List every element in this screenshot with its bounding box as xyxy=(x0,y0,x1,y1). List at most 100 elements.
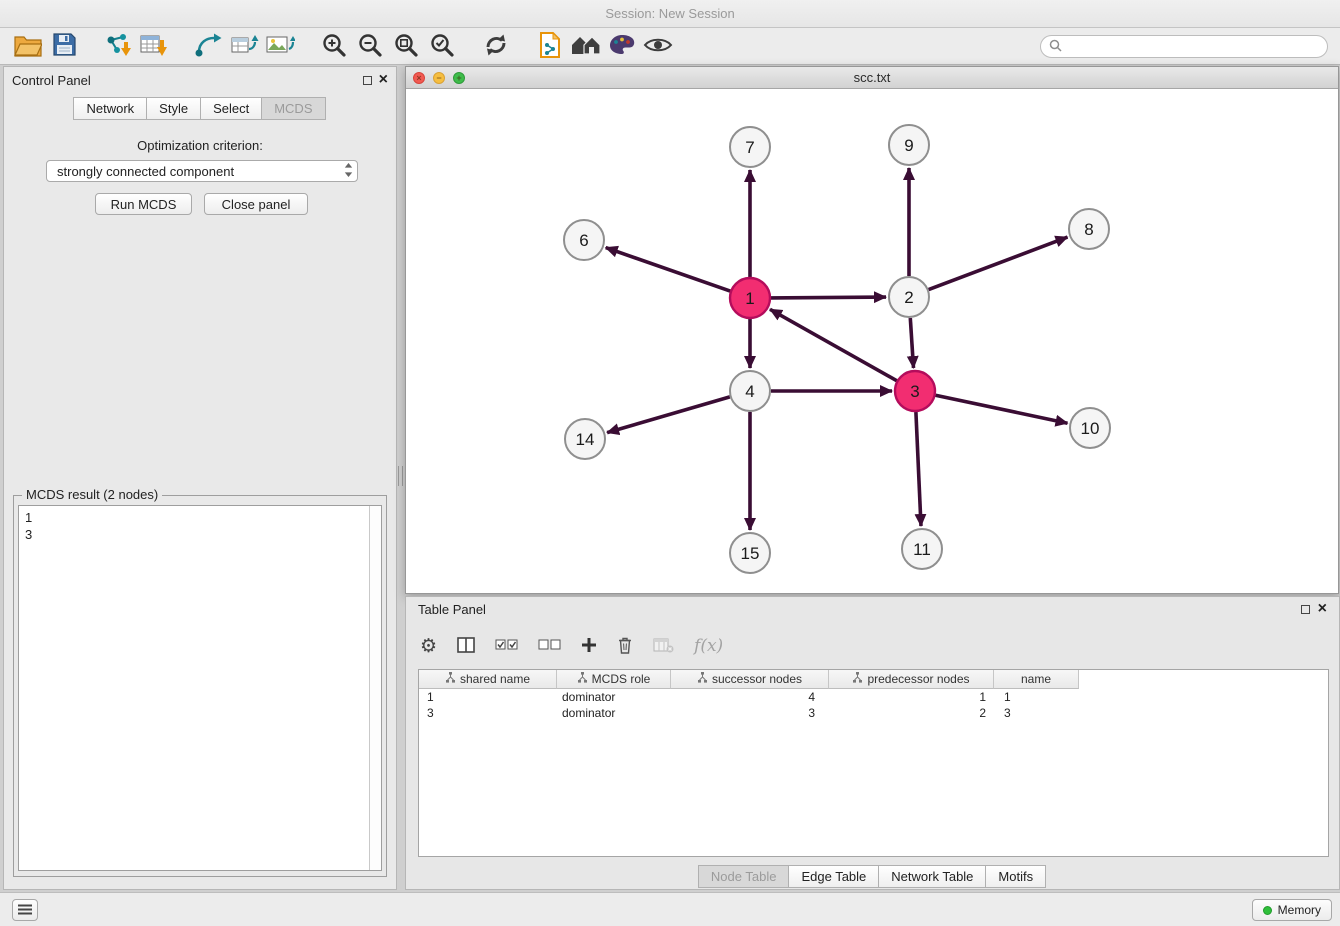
zoom-fit-icon xyxy=(393,32,419,61)
graph-node-6[interactable]: 6 xyxy=(564,220,604,260)
graph-edge-3-10[interactable] xyxy=(936,395,1068,423)
select-all-columns-icon[interactable] xyxy=(495,639,518,654)
network-graph-svg: 7 9 6 8 1 2 4 3 14 10 15 11 xyxy=(406,89,1338,593)
mcds-result-fieldset: MCDS result (2 nodes) 13 xyxy=(13,495,387,877)
graph-node-8[interactable]: 8 xyxy=(1069,209,1109,249)
open-file-button[interactable] xyxy=(10,30,46,62)
tab-mcds[interactable]: MCDS xyxy=(261,97,325,120)
run-mcds-button[interactable]: Run MCDS xyxy=(95,193,192,215)
svg-text:2: 2 xyxy=(904,288,913,307)
tab-edge-table[interactable]: Edge Table xyxy=(788,865,879,888)
attribute-type-icon xyxy=(697,672,708,686)
column-header-successor-nodes[interactable]: successor nodes xyxy=(671,670,829,689)
graph-edge-1-2[interactable] xyxy=(771,297,886,298)
main-toolbar xyxy=(0,28,1340,65)
search-input[interactable] xyxy=(1067,40,1319,54)
zoom-selected-button[interactable] xyxy=(424,30,460,62)
search-box[interactable] xyxy=(1040,35,1328,58)
graph-node-11[interactable]: 11 xyxy=(902,529,942,569)
column-header-shared-name[interactable]: shared name xyxy=(419,670,557,689)
network-window-titlebar[interactable]: scc.txt × − + xyxy=(406,67,1338,89)
open-folder-icon xyxy=(14,33,42,60)
new-network-button[interactable] xyxy=(190,30,226,62)
table-row[interactable]: 3dominator323 xyxy=(419,705,1328,721)
maximize-window-icon[interactable]: + xyxy=(453,72,465,84)
float-panel-icon[interactable] xyxy=(363,76,372,85)
status-bar: Memory xyxy=(0,892,1340,926)
memory-button[interactable]: Memory xyxy=(1252,899,1332,921)
graph-node-10[interactable]: 10 xyxy=(1070,408,1110,448)
column-header-mcds-role[interactable]: MCDS role xyxy=(557,670,671,689)
mcds-result-scrollbar[interactable] xyxy=(369,506,381,870)
graph-node-1[interactable]: 1 xyxy=(730,278,770,318)
close-panel-button[interactable]: Close panel xyxy=(204,193,308,215)
tab-network[interactable]: Network xyxy=(73,97,147,120)
cell-shared-name: 1 xyxy=(419,689,557,705)
network-canvas[interactable]: 7 9 6 8 1 2 4 3 14 10 15 11 xyxy=(406,89,1338,593)
svg-text:14: 14 xyxy=(576,430,595,449)
tab-style[interactable]: Style xyxy=(146,97,201,120)
cell-successor-nodes: 3 xyxy=(671,705,829,721)
zoom-in-button[interactable] xyxy=(316,30,352,62)
table-panel: Table Panel × ⚙ f(x) shared name MCDS ro… xyxy=(405,596,1340,890)
column-header-name[interactable]: name xyxy=(994,670,1079,689)
delete-table-icon[interactable] xyxy=(653,637,674,656)
minimize-window-icon[interactable]: − xyxy=(433,72,445,84)
import-network-button[interactable] xyxy=(100,30,136,62)
table-panel-title: Table Panel xyxy=(418,602,486,617)
import-table-button[interactable] xyxy=(136,30,172,62)
apply-layout-button[interactable] xyxy=(478,30,514,62)
close-window-icon[interactable]: × xyxy=(413,72,425,84)
first-neighbors-button[interactable] xyxy=(568,30,604,62)
zoom-fit-button[interactable] xyxy=(388,30,424,62)
panel-splitter-handle[interactable] xyxy=(398,466,403,486)
tab-motifs[interactable]: Motifs xyxy=(985,865,1046,888)
floppy-disk-icon xyxy=(52,32,77,60)
new-network-table-button[interactable] xyxy=(226,30,262,62)
graph-node-7[interactable]: 7 xyxy=(730,127,770,167)
graph-edge-2-8[interactable] xyxy=(929,237,1068,290)
graph-node-15[interactable]: 15 xyxy=(730,533,770,573)
svg-text:8: 8 xyxy=(1084,220,1093,239)
tab-select[interactable]: Select xyxy=(200,97,262,120)
close-panel-icon[interactable]: × xyxy=(379,74,388,86)
column-header-predecessor-nodes[interactable]: predecessor nodes xyxy=(829,670,994,689)
add-column-icon[interactable] xyxy=(581,637,597,656)
table-settings-icon[interactable]: ⚙ xyxy=(420,637,437,656)
mcds-result-box[interactable]: 13 xyxy=(18,505,382,871)
float-table-panel-icon[interactable] xyxy=(1301,605,1310,614)
graph-edge-3-1[interactable] xyxy=(770,309,897,380)
svg-text:7: 7 xyxy=(745,138,754,157)
node-table: shared name MCDS role successor nodes pr… xyxy=(418,669,1329,857)
panel-toggle-button[interactable] xyxy=(12,899,38,921)
function-builder-icon[interactable]: f(x) xyxy=(694,636,723,656)
graph-edge-2-3[interactable] xyxy=(910,318,913,368)
svg-text:15: 15 xyxy=(741,544,760,563)
tab-node-table[interactable]: Node Table xyxy=(698,865,790,888)
delete-column-icon[interactable] xyxy=(617,636,633,657)
save-session-button[interactable] xyxy=(46,30,82,62)
window-titlebar[interactable]: Session: New Session xyxy=(0,0,1340,28)
dropdown-stepper-icon xyxy=(344,163,353,180)
graph-node-14[interactable]: 14 xyxy=(565,419,605,459)
apply-style-button[interactable] xyxy=(604,30,640,62)
export-image-button[interactable] xyxy=(262,30,298,62)
table-row[interactable]: 1dominator411 xyxy=(419,689,1328,705)
zoom-out-button[interactable] xyxy=(352,30,388,62)
graph-edge-4-14[interactable] xyxy=(607,397,730,433)
show-columns-icon[interactable] xyxy=(457,637,475,656)
graph-node-2[interactable]: 2 xyxy=(889,277,929,317)
unselect-all-columns-icon[interactable] xyxy=(538,639,561,654)
graph-node-3[interactable]: 3 xyxy=(895,371,935,411)
criterion-dropdown[interactable]: strongly connected component xyxy=(46,160,358,182)
close-table-panel-icon[interactable]: × xyxy=(1318,603,1327,615)
graph-edge-1-6[interactable] xyxy=(606,248,731,292)
show-hide-button[interactable] xyxy=(640,30,676,62)
export-network-button[interactable] xyxy=(532,30,568,62)
tab-network-table[interactable]: Network Table xyxy=(878,865,986,888)
optimization-criterion-label: Optimization criterion: xyxy=(4,138,396,153)
graph-node-9[interactable]: 9 xyxy=(889,125,929,165)
graph-node-4[interactable]: 4 xyxy=(730,371,770,411)
svg-text:4: 4 xyxy=(745,382,754,401)
graph-edge-3-11[interactable] xyxy=(916,412,921,526)
